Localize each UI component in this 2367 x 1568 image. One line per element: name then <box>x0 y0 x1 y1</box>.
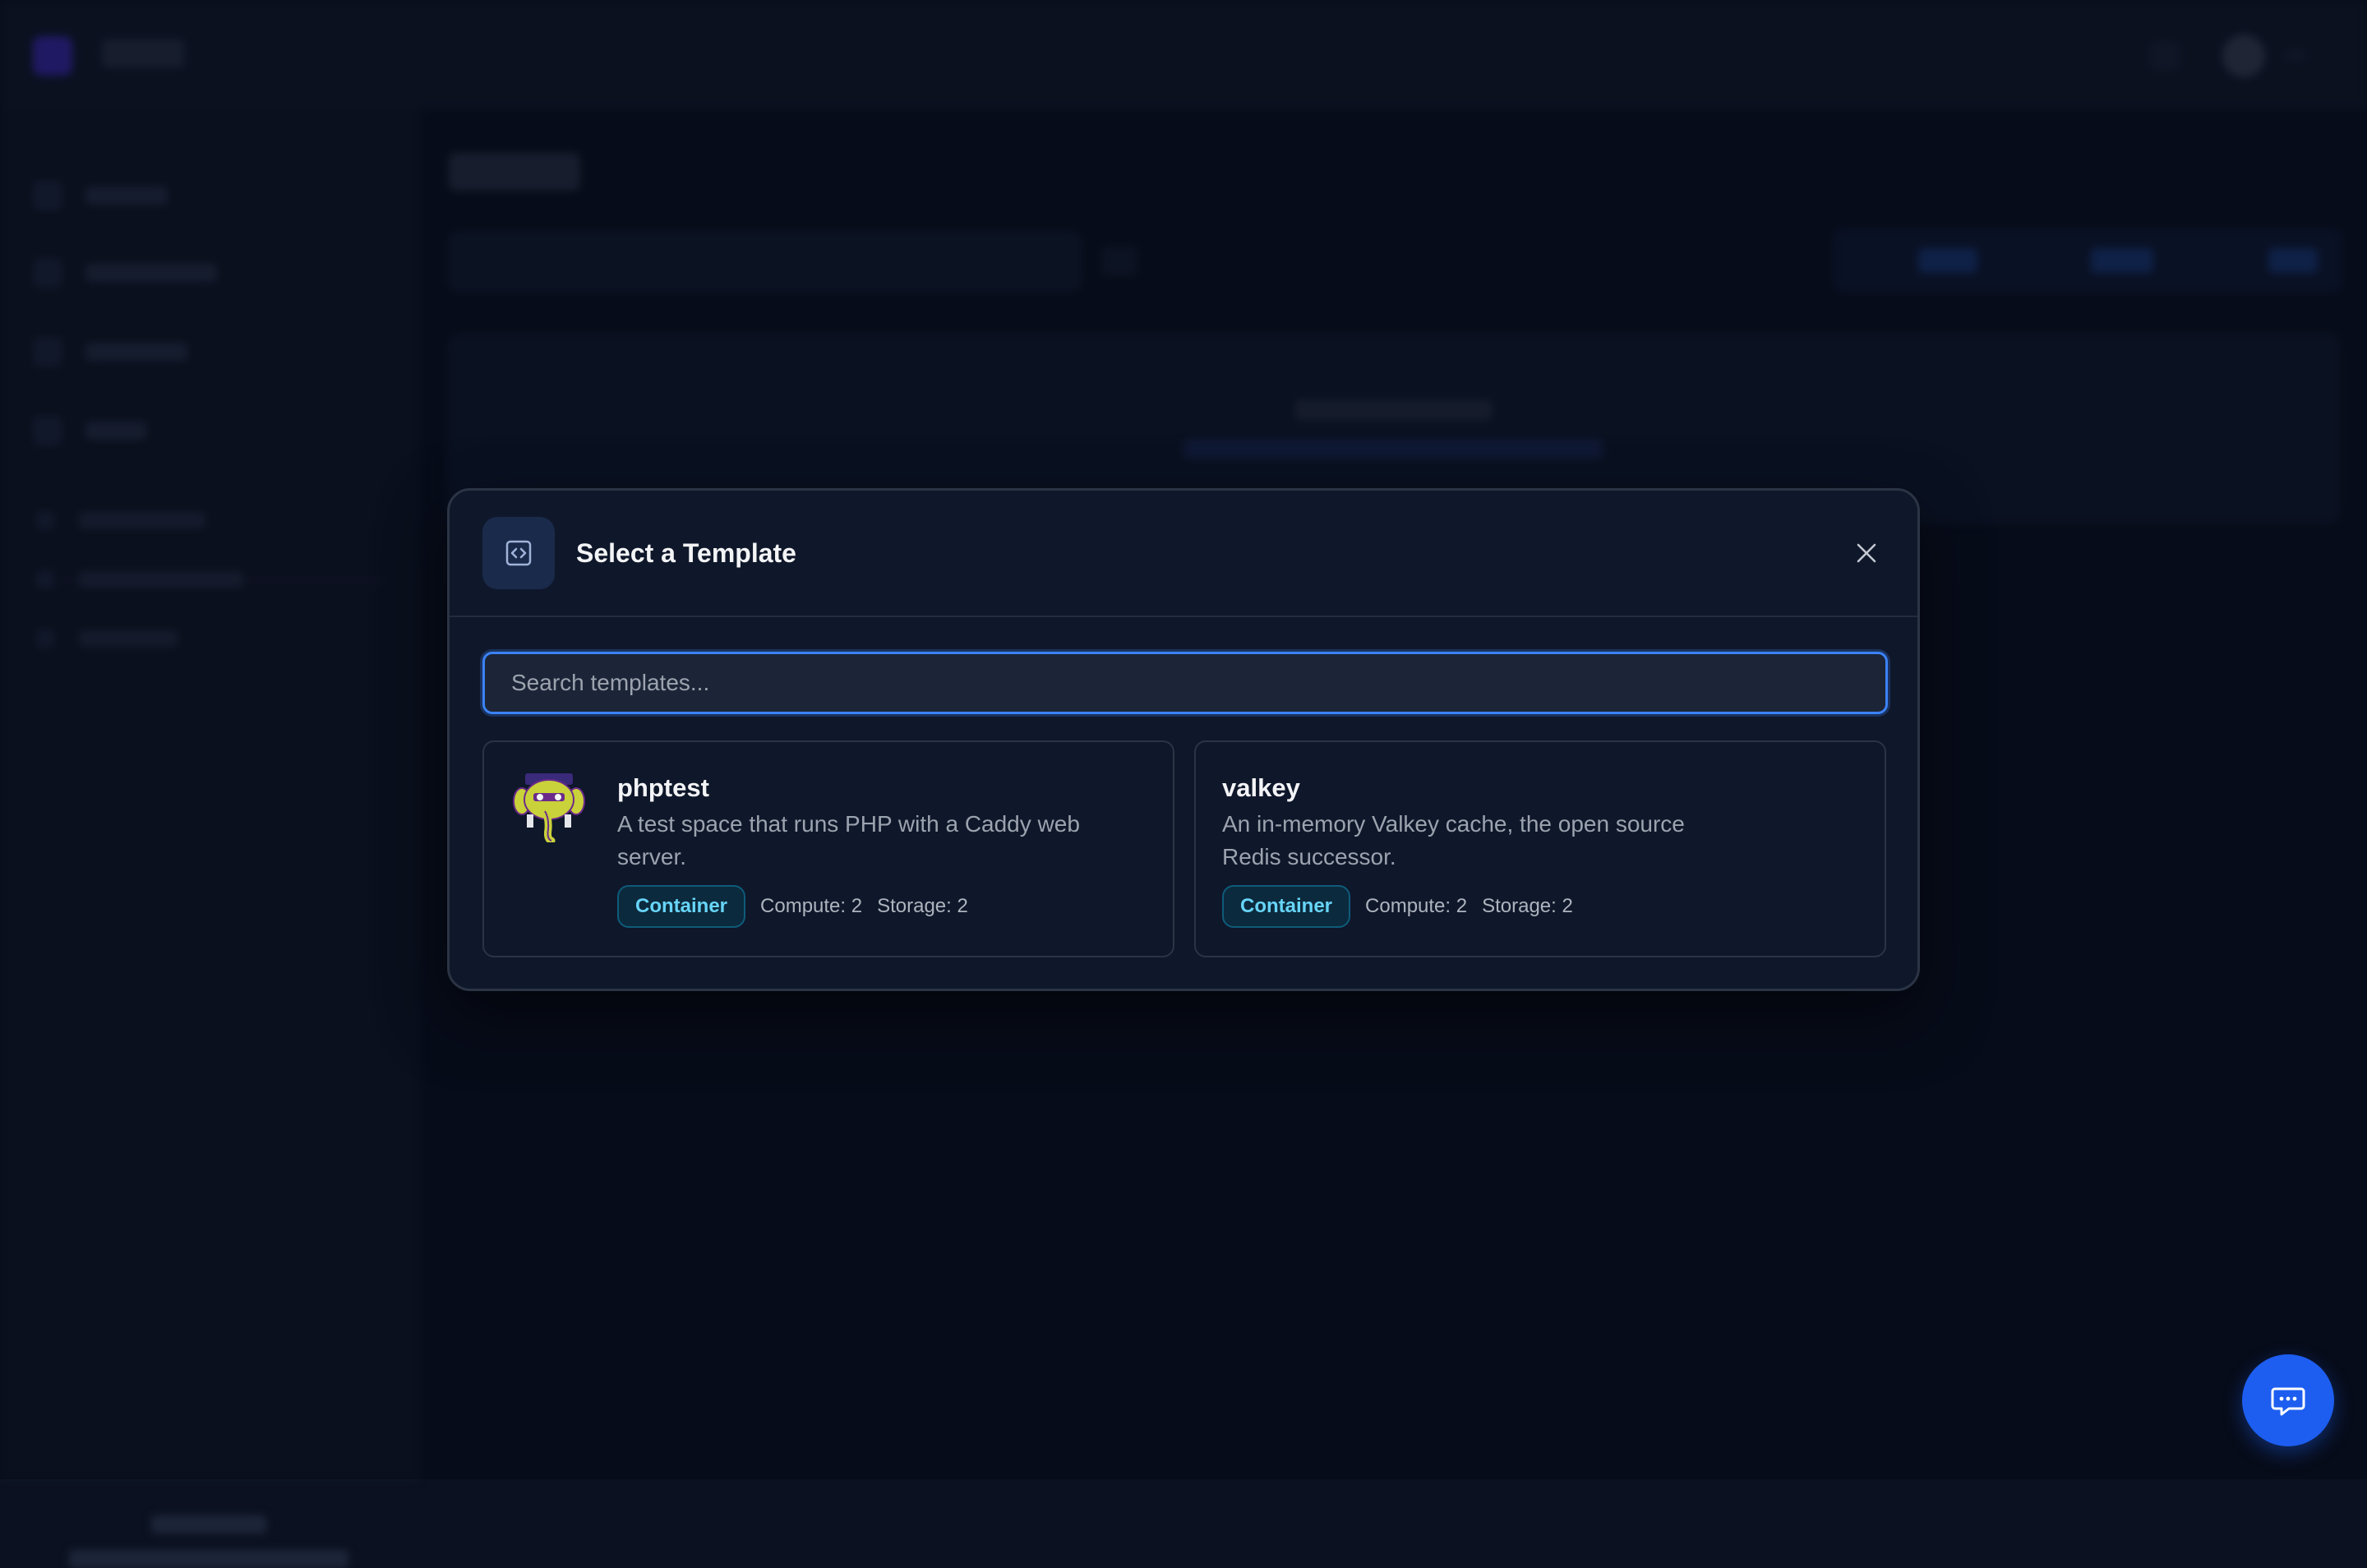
storage-label: Storage: 2 <box>1482 895 1573 918</box>
template-name: valkey <box>1222 772 1300 805</box>
php-elephant-logo <box>512 768 586 842</box>
template-card-valkey[interactable]: valkey An in-memory Valkey cache, the op… <box>1194 740 1886 957</box>
chat-button[interactable] <box>2242 1354 2334 1446</box>
template-search-input[interactable] <box>482 652 1888 714</box>
modal-title: Select a Template <box>576 537 796 570</box>
template-name: phptest <box>617 772 709 805</box>
template-card-phptest[interactable]: phptest A test space that runs PHP with … <box>482 740 1174 957</box>
type-badge: Container <box>1222 885 1350 928</box>
code-bracket-icon <box>482 517 555 589</box>
compute-label: Compute: 2 <box>1365 895 1467 918</box>
modal-header: Select a Template <box>450 491 1917 617</box>
template-meta: Container Compute: 2 Storage: 2 <box>617 885 968 928</box>
chat-bubble-icon <box>2269 1381 2307 1419</box>
template-select-modal: Select a Template <box>447 488 1920 991</box>
template-description: An in-memory Valkey cache, the open sour… <box>1222 808 1732 874</box>
sidebar-footer-text <box>151 1515 266 1533</box>
storage-label: Storage: 2 <box>877 895 968 918</box>
sidebar-footer-subtext <box>69 1550 348 1568</box>
compute-label: Compute: 2 <box>760 895 862 918</box>
template-description: A test space that runs PHP with a Caddy … <box>617 808 1127 874</box>
close-icon[interactable] <box>1847 533 1886 573</box>
type-badge: Container <box>617 885 745 928</box>
template-meta: Container Compute: 2 Storage: 2 <box>1222 885 1573 928</box>
